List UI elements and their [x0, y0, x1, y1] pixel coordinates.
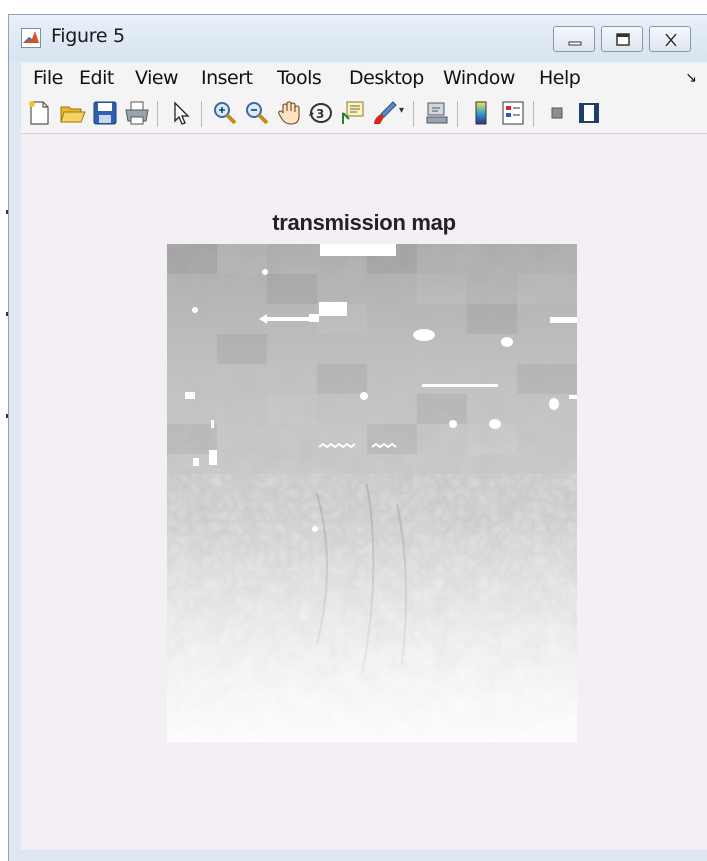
figure-canvas: transmission map	[21, 134, 707, 850]
close-icon	[664, 32, 678, 48]
new-figure-icon[interactable]	[25, 99, 53, 127]
dock-arrow-icon[interactable]: ↘	[685, 69, 697, 86]
brush-icon[interactable]	[371, 99, 399, 127]
toolbar-separator	[413, 101, 414, 127]
save-icon[interactable]	[91, 99, 119, 127]
zoom-out-icon[interactable]	[243, 99, 271, 127]
figure-toolbar: 3 ▾	[21, 93, 707, 134]
toolbar-separator	[201, 101, 202, 127]
svg-text:3: 3	[316, 107, 324, 121]
show-plot-tools-icon[interactable]	[575, 99, 603, 127]
toolbar-separator	[157, 101, 158, 127]
menu-insert[interactable]: Insert	[201, 67, 253, 89]
zoom-in-icon[interactable]	[211, 99, 239, 127]
link-plot-icon[interactable]	[423, 99, 451, 127]
colorbar-icon[interactable]	[467, 99, 495, 127]
menu-view[interactable]: View	[135, 67, 179, 89]
menu-help[interactable]: Help	[539, 67, 581, 89]
menu-window[interactable]: Window	[443, 67, 515, 89]
legend-icon[interactable]	[499, 99, 527, 127]
menu-edit[interactable]: Edit	[79, 67, 114, 89]
data-cursor-icon[interactable]	[339, 99, 367, 127]
pan-hand-icon[interactable]	[275, 99, 303, 127]
pointer-icon[interactable]	[167, 99, 195, 127]
plot-title: transmission map	[272, 210, 456, 235]
transmission-map-image[interactable]	[167, 244, 577, 742]
brush-dropdown-icon[interactable]: ▾	[399, 105, 404, 116]
close-button[interactable]	[649, 26, 691, 52]
toolbar-separator	[457, 101, 458, 127]
menu-bar: File Edit View Insert Tools Desktop Wind…	[21, 63, 707, 93]
maximize-icon	[616, 33, 630, 46]
toolbar-separator	[533, 101, 534, 127]
hide-plot-tools-icon[interactable]	[543, 99, 571, 127]
figure-window: Figure 5 File Edit View Insert Tools Des…	[8, 14, 707, 861]
open-file-icon[interactable]	[59, 99, 87, 127]
title-bar[interactable]: Figure 5	[9, 15, 707, 61]
menu-file[interactable]: File	[33, 67, 63, 89]
rotate-3d-icon[interactable]: 3	[307, 99, 335, 127]
minimize-icon	[568, 41, 582, 46]
minimize-button[interactable]	[553, 26, 595, 52]
menu-tools[interactable]: Tools	[277, 67, 322, 89]
maximize-button[interactable]	[601, 26, 643, 52]
window-title: Figure 5	[51, 25, 125, 47]
cropped-background-above	[0, 0, 707, 14]
matlab-icon	[21, 28, 41, 48]
print-icon[interactable]	[123, 99, 151, 127]
menu-desktop[interactable]: Desktop	[349, 67, 424, 89]
